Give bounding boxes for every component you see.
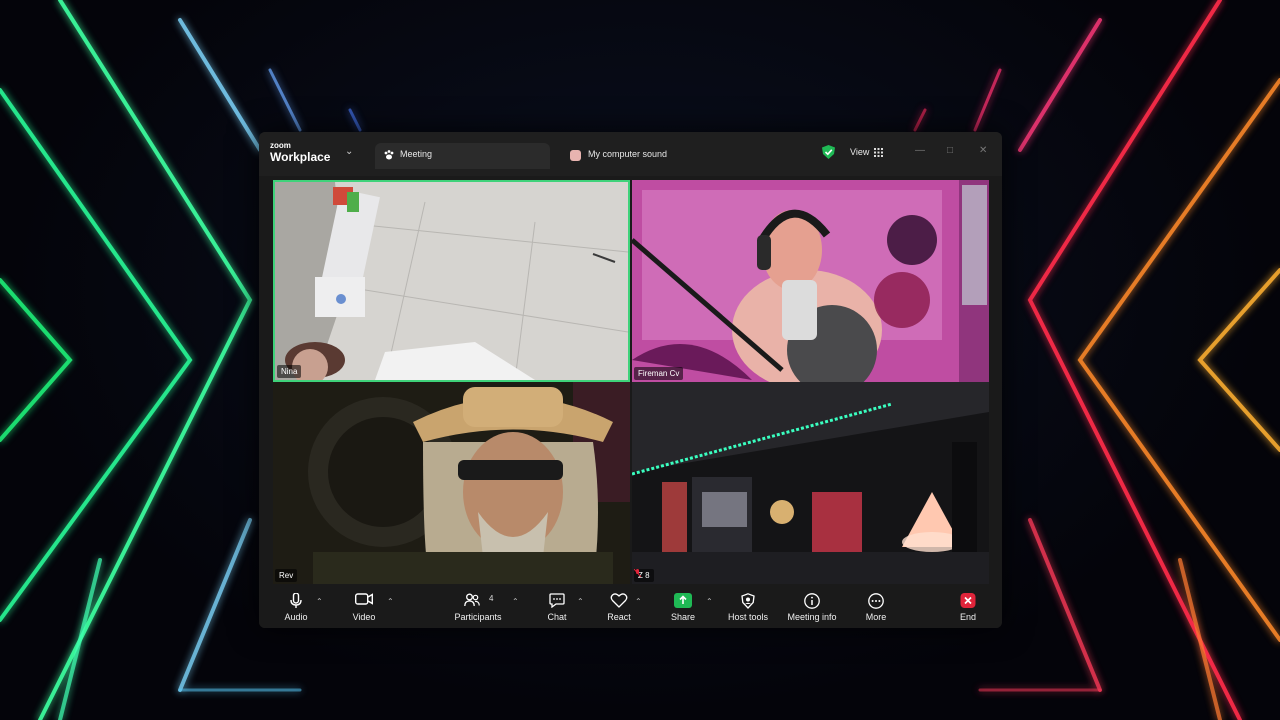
participant-count: 4 xyxy=(489,594,494,603)
participants-button[interactable]: 4 Participants xyxy=(447,584,509,628)
tab-meeting[interactable]: Meeting xyxy=(375,143,550,169)
video-button[interactable]: Video xyxy=(347,584,381,628)
react-label: React xyxy=(607,612,631,622)
end-meeting-icon xyxy=(960,593,976,608)
paw-icon xyxy=(384,150,394,160)
heart-icon xyxy=(610,593,628,608)
share-options-caret-icon[interactable]: ⌃ xyxy=(706,597,713,606)
react-button[interactable]: React xyxy=(602,584,636,628)
maximize-icon[interactable]: □ xyxy=(947,145,953,156)
share-button[interactable]: Share xyxy=(666,584,700,628)
zoom-meeting-window: zoom Workplace ⌄ Meeting My computer sou… xyxy=(259,132,1002,628)
video-tile-z8[interactable]: Z 8 xyxy=(632,382,989,584)
audio-button[interactable]: Audio xyxy=(279,584,313,628)
video-camera-icon xyxy=(355,593,373,605)
tab-my-computer-sound[interactable]: My computer sound xyxy=(564,143,754,169)
meeting-info-button[interactable]: Meeting info xyxy=(784,584,840,628)
video-tile-fireman-cv[interactable]: Fireman Cv xyxy=(632,180,989,382)
title-bar: zoom Workplace ⌄ Meeting My computer sou… xyxy=(259,132,1002,176)
info-icon xyxy=(804,593,820,609)
tab-meeting-label: Meeting xyxy=(400,149,433,159)
tab-sound-label: My computer sound xyxy=(588,149,668,159)
share-screen-icon xyxy=(674,593,692,608)
react-options-caret-icon[interactable]: ⌃ xyxy=(635,597,642,606)
grid-icon xyxy=(874,148,883,157)
meeting-toolbar: Audio ⌃ Video ⌃ 4 Participants ⌃ Chat ⌃ … xyxy=(259,584,1002,628)
audio-options-caret-icon[interactable]: ⌃ xyxy=(316,597,323,606)
meeting-info-label: Meeting info xyxy=(787,612,837,622)
video-tile-rev[interactable]: Rev xyxy=(273,382,630,584)
host-tools-button[interactable]: Host tools xyxy=(723,584,773,628)
audio-label: Audio xyxy=(284,612,308,622)
participant-name-tag: Z 8 xyxy=(634,569,654,582)
chat-options-caret-icon[interactable]: ⌃ xyxy=(577,597,584,606)
participants-icon xyxy=(464,593,480,607)
video-feed xyxy=(275,182,628,380)
brand-small-text: zoom xyxy=(270,141,291,150)
chevron-down-icon[interactable]: ⌄ xyxy=(345,146,353,157)
more-label: More xyxy=(865,612,887,622)
share-label: Share xyxy=(670,612,696,622)
host-tools-label: Host tools xyxy=(727,612,769,622)
brand-big-text: Workplace xyxy=(270,150,331,164)
view-button[interactable]: View xyxy=(844,144,886,162)
speaker-icon xyxy=(570,150,581,161)
participants-options-caret-icon[interactable]: ⌃ xyxy=(512,597,519,606)
microphone-icon xyxy=(290,593,302,608)
microphone-muted-icon xyxy=(634,569,641,577)
video-feed xyxy=(632,382,989,584)
participant-name: Nina xyxy=(277,365,302,378)
chat-bubble-icon xyxy=(549,593,565,608)
view-label: View xyxy=(850,147,870,157)
more-dots-icon xyxy=(868,593,884,609)
video-tile-nina[interactable]: Nina xyxy=(273,180,630,382)
shield-icon xyxy=(741,593,755,609)
end-label: End xyxy=(959,612,976,622)
participant-name: Rev xyxy=(275,569,298,582)
video-feed xyxy=(632,180,989,382)
participants-label: Participants xyxy=(454,612,502,622)
close-icon[interactable]: ✕ xyxy=(979,145,987,156)
chat-label: Chat xyxy=(547,612,567,622)
encryption-shield-icon[interactable] xyxy=(822,145,835,159)
minimize-icon[interactable]: — xyxy=(915,145,925,156)
video-feed xyxy=(273,382,630,584)
video-options-caret-icon[interactable]: ⌃ xyxy=(387,597,394,606)
end-button[interactable]: End xyxy=(951,584,985,628)
video-label: Video xyxy=(352,612,376,622)
chat-button[interactable]: Chat xyxy=(540,584,574,628)
zoom-workplace-logo[interactable]: zoom Workplace xyxy=(270,141,331,164)
participant-name: Fireman Cv xyxy=(634,367,684,380)
more-button[interactable]: More xyxy=(859,584,893,628)
